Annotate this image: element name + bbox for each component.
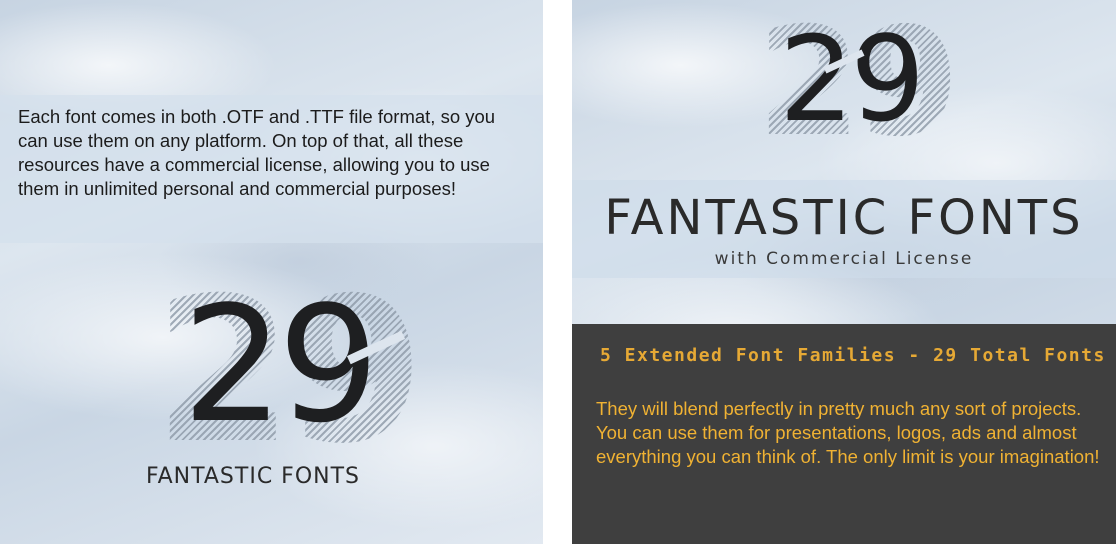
brand-title: FANTASTIC FONTS [604, 190, 1084, 246]
families-heading: 5 Extended Font Families - 29 Total Font… [600, 345, 1106, 366]
brand-text: FANTASTIC FONTS [146, 464, 360, 489]
number-29-graphic: 29 29 [150, 255, 424, 488]
brand-subtitle: with Commercial License [714, 249, 974, 269]
left-promo-panel: Each font comes in both .OTF and .TTF fi… [0, 0, 543, 544]
number-29-graphic: 29 29 [755, 0, 960, 170]
number-29: 29 [779, 10, 925, 148]
description-text: They will blend perfectly in pretty much… [596, 398, 1100, 467]
intro-text: Each font comes in both .OTF and .TTF fi… [18, 106, 496, 199]
right-promo-panel: 29 29 FANTASTIC FONTS with Commercial Li… [572, 0, 1116, 544]
number-29: 29 [182, 271, 380, 458]
